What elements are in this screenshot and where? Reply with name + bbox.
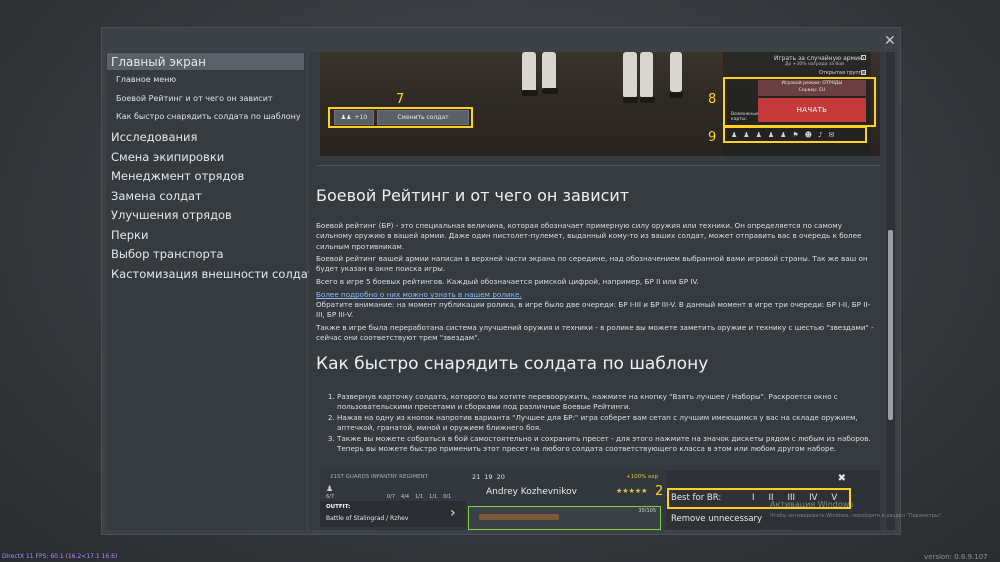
sidebar-item-research[interactable]: Исследования: [111, 130, 197, 144]
sidebar-subitem-quick-equip[interactable]: Как быстро снарядить солдата по шаблону: [116, 112, 301, 121]
random-army-label: Играть за случайную армию: [774, 55, 865, 62]
ammo-count: 35/105: [638, 508, 656, 514]
remove-unnecessary-button[interactable]: Remove unnecessary: [671, 514, 762, 524]
open-group-checkbox[interactable]: [861, 70, 866, 75]
slot-count: 0/1: [443, 494, 452, 500]
soldier-boot: [542, 88, 558, 94]
highlight-box-8: [723, 77, 876, 127]
soldier-leg: [542, 52, 556, 90]
soldier-boot: [522, 90, 538, 96]
slot-count: 1/1: [415, 494, 424, 500]
rifle-icon: [479, 514, 559, 520]
sidebar-item-squad-upgrades[interactable]: Улучшения отрядов: [111, 208, 232, 222]
stat-value: 20: [496, 473, 505, 481]
section-title-quick-equip: Как быстро снарядить солдата по шаблону: [316, 354, 709, 374]
squad-icon: ♟: [326, 484, 334, 493]
list-item: Нажав на одну из кнопок напротив вариант…: [337, 413, 877, 434]
soldier-leg: [522, 52, 536, 92]
list-item: Развернув карточку солдата, которого вы …: [337, 392, 877, 413]
marker-9: 9: [708, 130, 717, 145]
paragraph: Боевой рейтинг (БР) - это специальная ве…: [316, 221, 862, 251]
outfit-panel[interactable]: OUTFIT: Battle of Stalingrad / Rzhev ›: [320, 501, 466, 527]
soldier-boot: [623, 97, 638, 103]
outfit-label: OUTFIT:: [326, 504, 351, 510]
close-icon[interactable]: ✖: [838, 473, 846, 484]
version-label: version: 0.6.9.107: [924, 553, 988, 561]
video-link[interactable]: Более подробно о них можно узнать в наше…: [316, 290, 522, 299]
slot-count: 0/7: [387, 494, 396, 500]
sidebar-subitem-main-menu[interactable]: Главное меню: [116, 75, 176, 84]
soldier-leg: [640, 52, 653, 98]
soldier-leg: [623, 52, 637, 98]
fps-counter: DirectX 11 FPS: 60.1 (16.2<17.1 16.6): [2, 553, 118, 560]
outfit-value: Battle of Stalingrad / Rzhev: [326, 515, 409, 522]
soldier-boot: [669, 92, 683, 98]
chevron-right-icon[interactable]: ›: [450, 505, 456, 521]
slot-counts: 0/7 4/4 1/1 1/1 0/1: [387, 494, 451, 500]
sidebar-item-main-screen[interactable]: Главный экран: [111, 55, 206, 69]
soldier-boot: [640, 97, 655, 103]
stat-value: 21: [472, 473, 481, 481]
section-title-battle-rating: Боевой Рейтинг и от чего он зависит: [316, 186, 630, 205]
sidebar-item-replace-soldiers[interactable]: Замена солдат: [111, 189, 202, 203]
sidebar-item-customization[interactable]: Кастомизация внешности солдат: [111, 267, 314, 281]
exp-bonus: +100% exp: [626, 474, 659, 480]
sidebar-item-equipment[interactable]: Смена экипировки: [111, 150, 224, 164]
list-item: Также вы можете собраться в бой самостоя…: [337, 434, 877, 455]
slot-count: 4/4: [401, 494, 410, 500]
regiment-name: 21ST GUARDS INFANTRY REGIMENT: [330, 474, 429, 480]
stat-value: 19: [484, 473, 493, 481]
slot-count: 1/1: [429, 494, 438, 500]
soldier-stats: 21 19 20: [472, 473, 505, 481]
rating-stars: ★★★★★: [616, 487, 648, 495]
paragraph: Всего в игре 5 боевых рейтингов. Каждый …: [316, 277, 699, 286]
windows-watermark-text: Чтобы активировать Windows, перейдите в …: [770, 513, 943, 519]
sidebar-item-vehicle[interactable]: Выбор транспорта: [111, 247, 224, 261]
scrollbar-thumb[interactable]: [888, 230, 893, 420]
random-army-checkbox[interactable]: [861, 55, 866, 60]
help-sidebar: [106, 52, 306, 530]
open-group-label: Открытая группа: [819, 70, 865, 76]
squad-count: 6/7: [326, 494, 335, 500]
soldier-name: Andrey Kozhevnikov: [486, 487, 577, 497]
paragraph: Также в игре была переработана система у…: [316, 323, 874, 343]
marker-2: 2: [655, 484, 664, 499]
marker-8: 8: [708, 92, 717, 107]
section-divider: [316, 165, 880, 166]
highlight-box-9: [723, 126, 867, 143]
weapon-slot[interactable]: 35/105: [468, 506, 661, 530]
paragraph: Боевой рейтинг вашей армии написан в вер…: [316, 254, 868, 274]
sidebar-subitem-battle-rating[interactable]: Боевой Рейтинг и от чего он зависит: [116, 94, 273, 103]
paragraph: Обратите внимание: на момент публикации …: [316, 300, 871, 320]
soldier-card: 21ST GUARDS INFANTRY REGIMENT ♟ 6/7 0/7 …: [320, 470, 666, 530]
soldier-leg: [670, 52, 682, 92]
close-icon[interactable]: ✕: [884, 33, 896, 49]
sidebar-item-perks[interactable]: Перки: [111, 228, 148, 242]
windows-watermark-title: Активация Windows: [770, 500, 854, 509]
random-army-bonus: До +30% награда за бой: [785, 62, 844, 67]
marker-7: 7: [396, 92, 405, 107]
highlight-box-7: [328, 107, 473, 128]
steps-list: Развернув карточку солдата, которого вы …: [327, 392, 877, 454]
sidebar-item-squad-management[interactable]: Менеджмент отрядов: [111, 169, 244, 183]
